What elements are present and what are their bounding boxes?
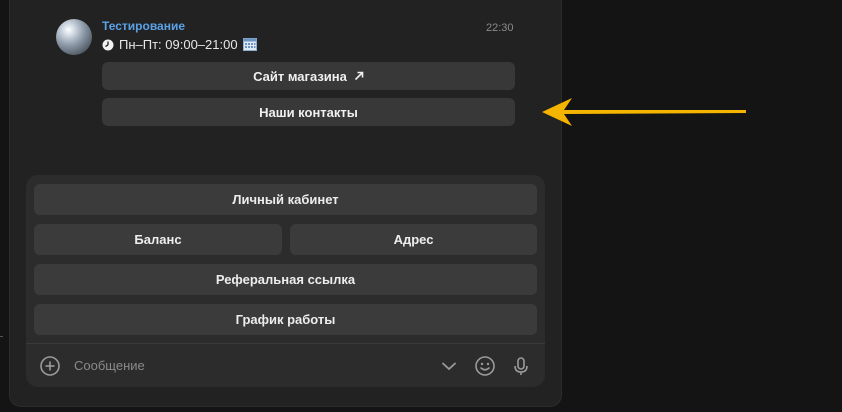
- edge-mark: [0, 336, 3, 337]
- add-icon[interactable]: [39, 355, 61, 377]
- working-hours: Пн–Пт: 09:00–21:00: [119, 37, 238, 52]
- message-text: Пн–Пт: 09:00–21:00: [102, 37, 257, 52]
- balance-label: Баланс: [134, 232, 182, 247]
- sender-avatar[interactable]: [56, 19, 92, 55]
- referral-link-label: Реферальная ссылка: [215, 272, 356, 287]
- composer-divider: [26, 343, 545, 344]
- work-schedule-button[interactable]: График работы: [34, 304, 537, 335]
- screen: Тестирование 22:30 Пн–Пт: 09:00–21:00 Са…: [0, 0, 842, 412]
- balance-button[interactable]: Баланс: [34, 224, 282, 255]
- chevron-down-icon[interactable]: [438, 355, 460, 377]
- contacts-label: Наши контакты: [259, 104, 358, 120]
- external-link-icon: [354, 71, 364, 81]
- work-schedule-label: График работы: [235, 312, 336, 327]
- address-label: Адрес: [393, 232, 434, 247]
- personal-account-label: Личный кабинет: [232, 192, 339, 207]
- annotation-arrow: [542, 98, 746, 126]
- message-time: 22:30: [486, 22, 514, 34]
- shop-site-button[interactable]: Сайт магазина: [102, 62, 515, 90]
- address-button[interactable]: Адрес: [290, 224, 537, 255]
- sender-name[interactable]: Тестирование: [102, 19, 185, 33]
- clock-icon: [102, 39, 114, 50]
- contacts-button[interactable]: Наши контакты: [102, 98, 515, 126]
- microphone-icon[interactable]: [510, 355, 532, 377]
- personal-account-button[interactable]: Личный кабинет: [34, 184, 537, 215]
- referral-link-button[interactable]: Реферальная ссылка: [34, 264, 537, 295]
- emoji-icon[interactable]: [474, 355, 496, 377]
- message-input[interactable]: Сообщение: [74, 358, 145, 373]
- shop-site-label: Сайт магазина: [253, 68, 347, 84]
- calendar-icon: [242, 38, 257, 51]
